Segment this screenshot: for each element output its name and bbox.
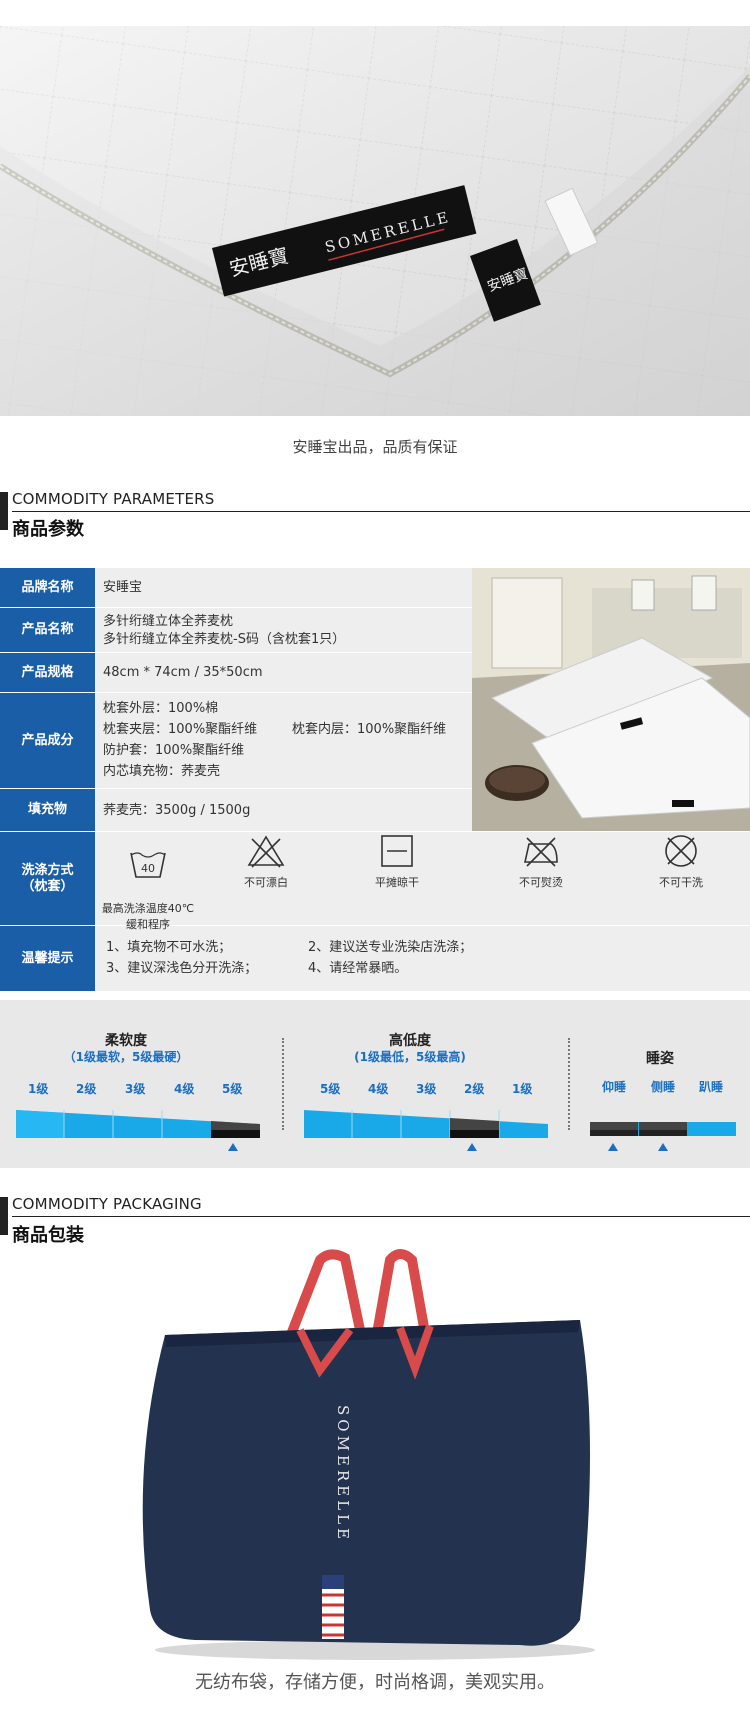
height-level-3: 3级: [416, 1082, 437, 1096]
softness-level-1: 1级: [28, 1082, 49, 1096]
posture-marker-side: [658, 1143, 668, 1151]
param-value-name-1: 多针绗缝立体全荞麦枕: [103, 614, 234, 629]
section-divider: [12, 1216, 750, 1217]
posture-level-supine: 仰睡: [602, 1080, 627, 1094]
height-level-5: 5级: [320, 1082, 341, 1096]
section-bar: [0, 1197, 8, 1235]
param-value-material-1: 枕套外层：100%棉: [103, 701, 219, 716]
height-level-1: 1级: [512, 1082, 533, 1096]
softness-bar: [16, 1110, 260, 1138]
tip-1: 1、填充物不可水洗；: [106, 940, 232, 955]
param-label-name: 产品名称: [0, 608, 95, 652]
height-level-2: 2级: [464, 1082, 485, 1096]
posture-title: 睡姿: [646, 1051, 674, 1067]
packaging-en-title: COMMODITY PACKAGING: [12, 1195, 202, 1213]
comfort-scales: 柔软度 （1级最软，5级最硬） 1级 2级 3级 4级 5级 高低度 (1级最低…: [0, 1000, 750, 1168]
param-label-wash: 洗涤方式 （枕套）: [0, 832, 95, 925]
softness-subtitle: （1级最软，5级最硬）: [63, 1050, 189, 1064]
wash-item-no-dryclean: 不可干洗: [631, 834, 731, 890]
param-label-spec: 产品规格: [0, 653, 95, 692]
section-cn-title: 商品参数: [12, 519, 84, 540]
dry-flat-icon: [381, 835, 413, 867]
wash-text-40: 最高洗涤温度40℃ 缓和程序: [101, 902, 195, 931]
no-dryclean-icon: [665, 835, 697, 867]
wash-text-no-iron: 不可熨烫: [519, 876, 563, 889]
section-bar: [0, 492, 8, 530]
wash-text-dry-flat: 平摊晾干: [375, 876, 419, 889]
wash-item-dry-flat: 平摊晾干: [347, 834, 447, 890]
softness-marker: [228, 1143, 238, 1151]
wash-item-no-iron: 不可熨烫: [491, 834, 591, 890]
param-label-brand: 品牌名称: [0, 568, 95, 607]
posture-level-prone: 趴睡: [699, 1080, 724, 1094]
section-en-title: COMMODITY PARAMETERS: [12, 490, 215, 508]
tip-3: 3、建议深浅色分开洗涤；: [106, 961, 258, 976]
height-level-4: 4级: [368, 1082, 389, 1096]
param-value-material-extra: 枕套内层：100%聚酯纤维: [292, 722, 447, 737]
scale-divider: [568, 1038, 570, 1130]
softness-level-5: 5级: [222, 1082, 243, 1096]
param-value-material-3: 防护套：100%聚酯纤维: [103, 743, 245, 758]
wash-text-no-dryclean: 不可干洗: [659, 876, 703, 889]
param-label-tips: 温馨提示: [0, 926, 95, 991]
param-value-brand: 安睡宝: [103, 580, 143, 595]
param-value-filling: 荞麦壳：3500g / 1500g: [103, 803, 251, 818]
param-value-name-2: 多针绗缝立体全荞麦枕-S码（含枕套1只）: [103, 632, 346, 647]
param-value-material-2: 枕套夹层：100%聚酯纤维: [103, 722, 258, 737]
softness-level-4: 4级: [174, 1082, 195, 1096]
wash-item-no-bleach: 不可漂白: [216, 834, 316, 890]
tip-2: 2、建议送专业洗染店洗涤；: [308, 940, 473, 955]
no-bleach-icon: [247, 835, 285, 868]
softness-level-2: 2级: [76, 1082, 97, 1096]
product-photo: [472, 568, 750, 831]
height-subtitle: (1级最低，5级最高): [354, 1050, 466, 1064]
hero-caption: 安睡宝出品，品质有保证: [292, 438, 458, 456]
packaging-bag-image: SOMERELLE: [0, 1240, 750, 1670]
wash-40-icon: 40: [130, 852, 166, 878]
param-label-filling: 填充物: [0, 789, 95, 831]
tip-4: 4、请经常暴晒。: [308, 961, 408, 976]
svg-text:40: 40: [141, 862, 155, 875]
softness-level-3: 3级: [125, 1082, 146, 1096]
scale-divider: [282, 1038, 284, 1130]
section-divider: [12, 511, 750, 512]
bag-brand-text: SOMERELLE: [334, 1405, 352, 1543]
packaging-caption: 无纺布袋，存储方便，时尚格调，美观实用。: [195, 1672, 555, 1693]
softness-title: 柔软度: [105, 1033, 147, 1049]
param-value-spec: 48cm * 74cm / 35*50cm: [103, 665, 263, 680]
posture-bar: [590, 1122, 736, 1136]
param-label-material: 产品成分: [0, 693, 95, 788]
param-value-material-4: 内芯填充物：荞麦壳: [103, 764, 221, 779]
wash-text-no-bleach: 不可漂白: [244, 876, 288, 889]
wash-item-40: 40 最高洗涤温度40℃ 缓和程序: [98, 834, 198, 932]
height-title: 高低度: [389, 1033, 431, 1049]
hero-pillow-image: 安睡寶 SOMERELLE 安睡寶: [0, 26, 750, 416]
posture-level-side: 侧睡: [651, 1080, 676, 1094]
posture-marker-supine: [608, 1143, 618, 1151]
height-marker: [467, 1143, 477, 1151]
no-iron-icon: [524, 837, 558, 867]
height-bar: [304, 1110, 548, 1138]
